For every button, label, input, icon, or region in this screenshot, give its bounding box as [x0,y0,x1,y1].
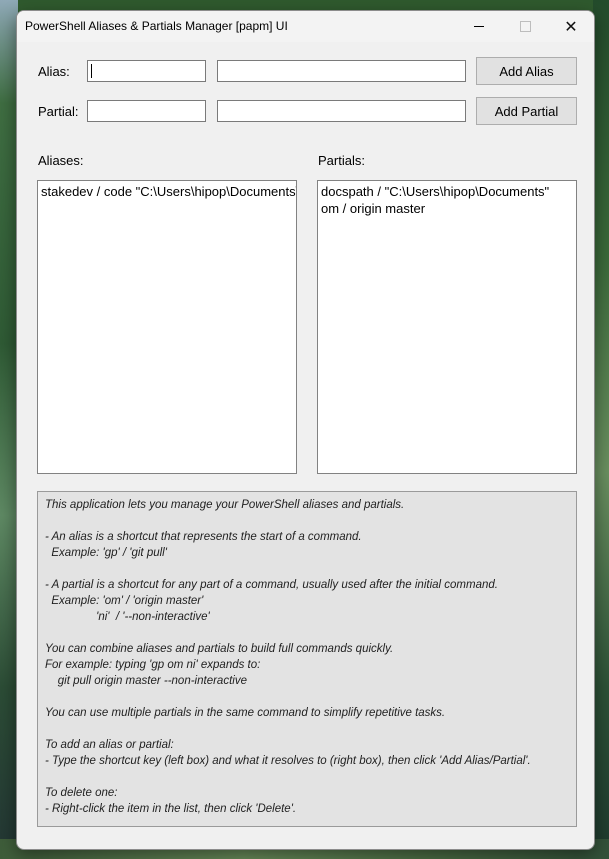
help-line [45,721,569,737]
partials-heading: Partials: [318,153,365,168]
desktop-background-right [593,0,609,859]
help-line: To delete one: [45,787,118,799]
partial-list-item[interactable]: docspath / "C:\Users\hipop\Documents" [321,183,573,200]
help-line: This application lets you manage your Po… [45,499,405,511]
help-line: To add an alias or partial: [45,739,174,751]
help-line: You can use multiple partials in the sam… [45,707,446,719]
help-line: - An alias is a shortcut that represents… [45,531,362,543]
aliases-heading: Aliases: [38,153,84,168]
alias-value-input[interactable] [217,60,466,82]
help-line: For example: typing 'gp om ni' expands t… [45,659,261,671]
partial-label: Partial: [38,104,79,119]
help-line: Example: 'gp' / 'git pull' [45,547,167,559]
partial-key-input[interactable] [87,100,206,122]
help-line [45,513,569,529]
help-line: 'ni' / '--non-interactive' [45,611,210,623]
help-line: - A partial is a shortcut for any part o… [45,579,498,591]
minimize-icon [474,26,484,27]
help-line [45,689,569,705]
help-line [45,561,569,577]
close-button[interactable]: ✕ [548,11,594,42]
partial-value-input[interactable] [217,100,466,122]
add-alias-button[interactable]: Add Alias [476,57,577,85]
text-caret [91,64,92,78]
alias-key-input[interactable] [87,60,206,82]
help-line: Example: 'om' / 'origin master' [45,595,204,607]
minimize-button[interactable] [456,11,502,42]
help-line [45,625,569,641]
help-line: You can combine aliases and partials to … [45,643,394,655]
help-line: git pull origin master --non-interactive [45,675,247,687]
close-icon: ✕ [564,16,578,36]
help-line [45,769,569,785]
help-line: - Right-click the item in the list, then… [45,803,297,815]
alias-label: Alias: [38,64,70,79]
help-text-box: This application lets you manage your Po… [37,491,577,827]
alias-list-item[interactable]: stakedev / code "C:\Users\hipop\Document… [41,183,296,200]
maximize-button[interactable] [502,11,548,42]
maximize-icon [519,21,531,32]
partial-list-item[interactable]: om / origin master [321,200,573,217]
window-title: PowerShell Aliases & Partials Manager [p… [25,19,288,33]
aliases-list[interactable]: stakedev / code "C:\Users\hipop\Document… [37,180,297,474]
app-window: PowerShell Aliases & Partials Manager [p… [16,10,595,850]
add-partial-button[interactable]: Add Partial [476,97,577,125]
title-bar[interactable]: PowerShell Aliases & Partials Manager [p… [17,11,594,42]
partials-list[interactable]: docspath / "C:\Users\hipop\Documents" om… [317,180,577,474]
help-line: - Type the shortcut key (left box) and w… [45,755,531,767]
